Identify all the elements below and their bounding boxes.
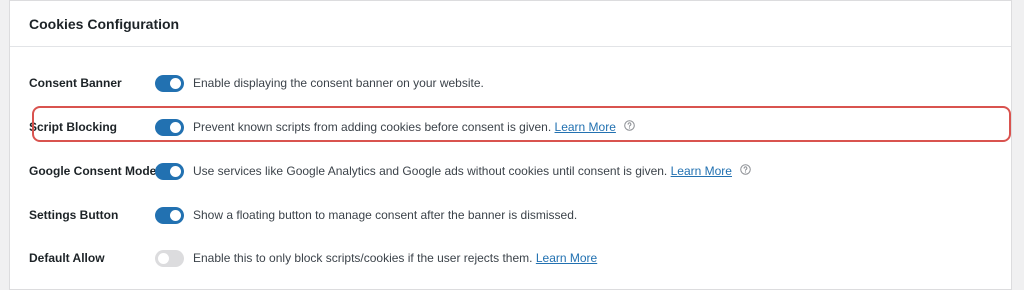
setting-label: Settings Button xyxy=(29,208,119,222)
script-blocking-toggle[interactable] xyxy=(155,119,184,136)
question-circle-icon[interactable] xyxy=(624,119,635,135)
consent-banner-toggle[interactable] xyxy=(155,75,184,92)
toggle-knob xyxy=(158,253,169,264)
learn-more-link[interactable]: Learn More xyxy=(671,164,732,178)
setting-description: Enable this to only block scripts/cookie… xyxy=(193,250,597,266)
setting-row-settings-button: Settings Button Show a floating button t… xyxy=(10,203,1011,229)
setting-row-consent-banner: Consent Banner Enable displaying the con… xyxy=(10,71,1011,97)
google-consent-mode-toggle[interactable] xyxy=(155,163,184,180)
setting-row-script-blocking: Script Blocking Prevent known scripts fr… xyxy=(10,115,1011,141)
setting-label: Default Allow xyxy=(29,251,105,265)
setting-label: Consent Banner xyxy=(29,76,122,90)
description-text: Show a floating button to manage consent… xyxy=(193,208,578,222)
toggle-knob xyxy=(170,78,181,89)
settings-button-toggle[interactable] xyxy=(155,207,184,224)
setting-description: Enable displaying the consent banner on … xyxy=(193,75,484,91)
setting-label: Google Consent Mode xyxy=(29,164,157,178)
description-text: Enable this to only block scripts/cookie… xyxy=(193,251,533,265)
question-circle-icon[interactable] xyxy=(740,163,751,179)
default-allow-toggle[interactable] xyxy=(155,250,184,267)
panel-title: Cookies Configuration xyxy=(29,16,180,32)
cookies-configuration-panel: Cookies Configuration Consent Banner Ena… xyxy=(9,0,1012,290)
toggle-knob xyxy=(170,210,181,221)
setting-description: Use services like Google Analytics and G… xyxy=(193,163,751,180)
description-text: Enable displaying the consent banner on … xyxy=(193,76,484,90)
setting-description: Prevent known scripts from adding cookie… xyxy=(193,119,635,136)
toggle-knob xyxy=(170,122,181,133)
description-text: Prevent known scripts from adding cookie… xyxy=(193,120,552,134)
setting-row-google-consent-mode: Google Consent Mode Use services like Go… xyxy=(10,159,1011,185)
description-text: Use services like Google Analytics and G… xyxy=(193,164,668,178)
learn-more-link[interactable]: Learn More xyxy=(536,251,597,265)
learn-more-link[interactable]: Learn More xyxy=(555,120,616,134)
setting-row-default-allow: Default Allow Enable this to only block … xyxy=(10,246,1011,272)
setting-description: Show a floating button to manage consent… xyxy=(193,207,577,223)
toggle-knob xyxy=(170,166,181,177)
panel-header: Cookies Configuration xyxy=(10,1,1011,47)
setting-label: Script Blocking xyxy=(29,120,118,134)
